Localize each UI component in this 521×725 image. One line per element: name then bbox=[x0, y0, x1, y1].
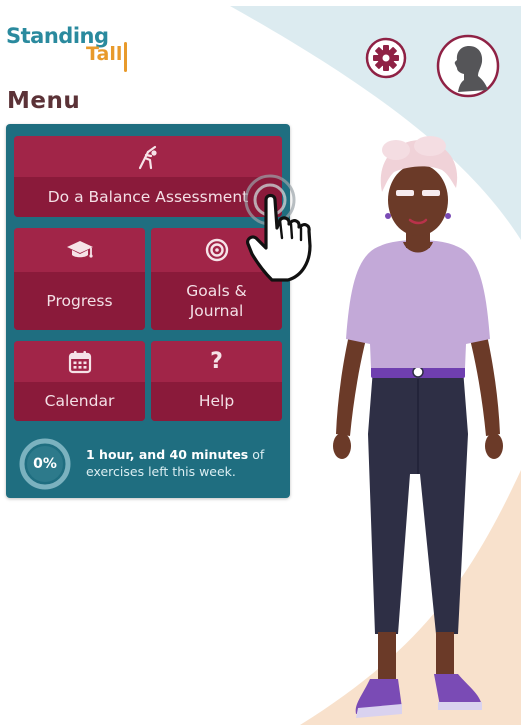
app-logo: Standing Tall bbox=[6, 26, 127, 72]
target-icon bbox=[205, 238, 228, 262]
progress-button[interactable]: Progress bbox=[14, 228, 145, 330]
user-silhouette-icon bbox=[436, 34, 500, 98]
balance-assessment-button[interactable]: Do a Balance Assessment bbox=[14, 136, 282, 217]
logo-bar bbox=[124, 42, 127, 72]
logo-text-tall: Tall bbox=[86, 43, 123, 65]
goals-journal-label: Goals & Journal bbox=[186, 281, 247, 320]
gear-icon bbox=[365, 37, 407, 79]
weekly-status-bar: 0% 1 hour, and 40 minutes of exercises l… bbox=[6, 429, 290, 498]
settings-button[interactable] bbox=[365, 37, 407, 79]
time-left-suffix: of bbox=[248, 446, 265, 462]
weekly-status-text: 1 hour, and 40 minutes of exercises left… bbox=[86, 447, 276, 481]
time-left-value: 1 hour, and 40 minutes bbox=[86, 446, 249, 462]
tile-icon-area bbox=[14, 136, 282, 177]
time-left-suffix-line2: exercises left this week. bbox=[86, 463, 236, 479]
tile-label-area: Help bbox=[151, 382, 282, 421]
progress-label: Progress bbox=[46, 291, 113, 310]
tap-hand-icon bbox=[244, 174, 312, 282]
calendar-icon bbox=[68, 350, 91, 373]
stretching-person-icon bbox=[138, 145, 157, 169]
tile-icon-area bbox=[14, 341, 145, 382]
calendar-button[interactable]: Calendar bbox=[14, 341, 145, 421]
help-label: Help bbox=[198, 392, 235, 411]
balance-assessment-label: Do a Balance Assessment bbox=[47, 187, 249, 206]
tile-icon-area: ? bbox=[151, 341, 282, 382]
profile-avatar-button[interactable] bbox=[436, 34, 500, 98]
weekly-progress-ring: 0% bbox=[18, 437, 72, 491]
graduation-cap-icon bbox=[66, 241, 93, 258]
tile-label-area: Progress bbox=[14, 272, 145, 330]
menu-title: Menu bbox=[7, 88, 81, 114]
question-mark-icon: ? bbox=[210, 349, 223, 374]
weekly-progress-percent: 0% bbox=[33, 455, 57, 472]
help-button[interactable]: ? Help bbox=[151, 341, 282, 421]
tile-label-area: Calendar bbox=[14, 382, 145, 421]
tile-icon-area bbox=[14, 228, 145, 272]
tile-label-area: Do a Balance Assessment bbox=[14, 177, 282, 217]
woman-illustration bbox=[333, 136, 503, 718]
calendar-label: Calendar bbox=[44, 392, 115, 411]
